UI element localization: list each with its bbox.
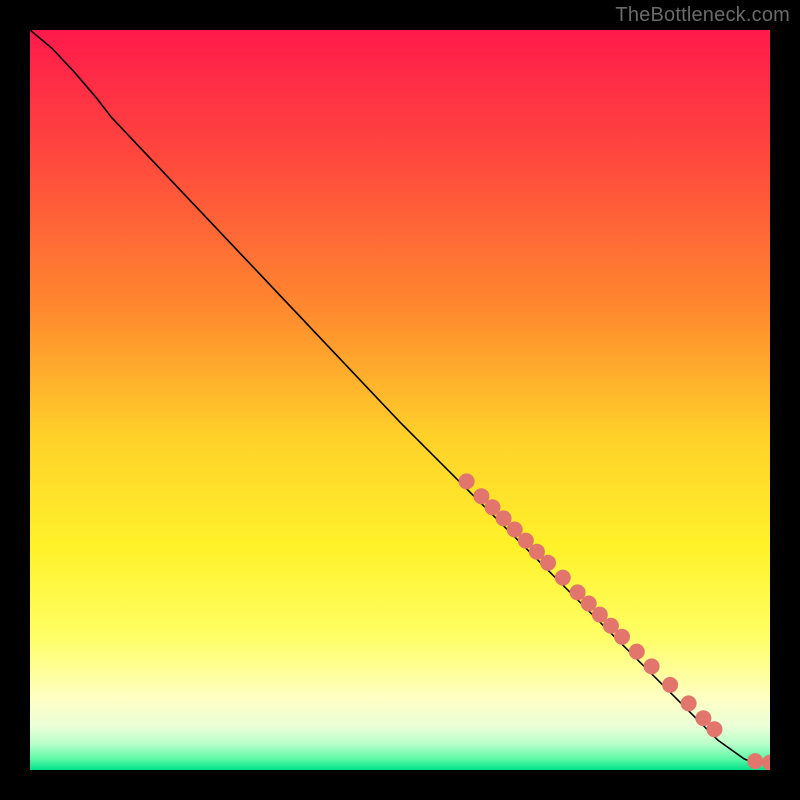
chart-stage: TheBottleneck.com	[0, 0, 800, 800]
scatter-point	[614, 629, 630, 645]
scatter-point	[662, 677, 678, 693]
scatter-point	[644, 658, 660, 674]
plot-frame	[30, 30, 770, 770]
attribution-label: TheBottleneck.com	[615, 4, 790, 27]
scatter-point	[555, 570, 571, 586]
scatter-point	[681, 695, 697, 711]
scatter-point	[629, 644, 645, 660]
gradient-background	[30, 30, 770, 770]
scatter-point	[747, 753, 763, 769]
scatter-point	[707, 721, 723, 737]
plot-svg	[30, 30, 770, 770]
scatter-point	[459, 473, 475, 489]
scatter-point	[540, 555, 556, 571]
